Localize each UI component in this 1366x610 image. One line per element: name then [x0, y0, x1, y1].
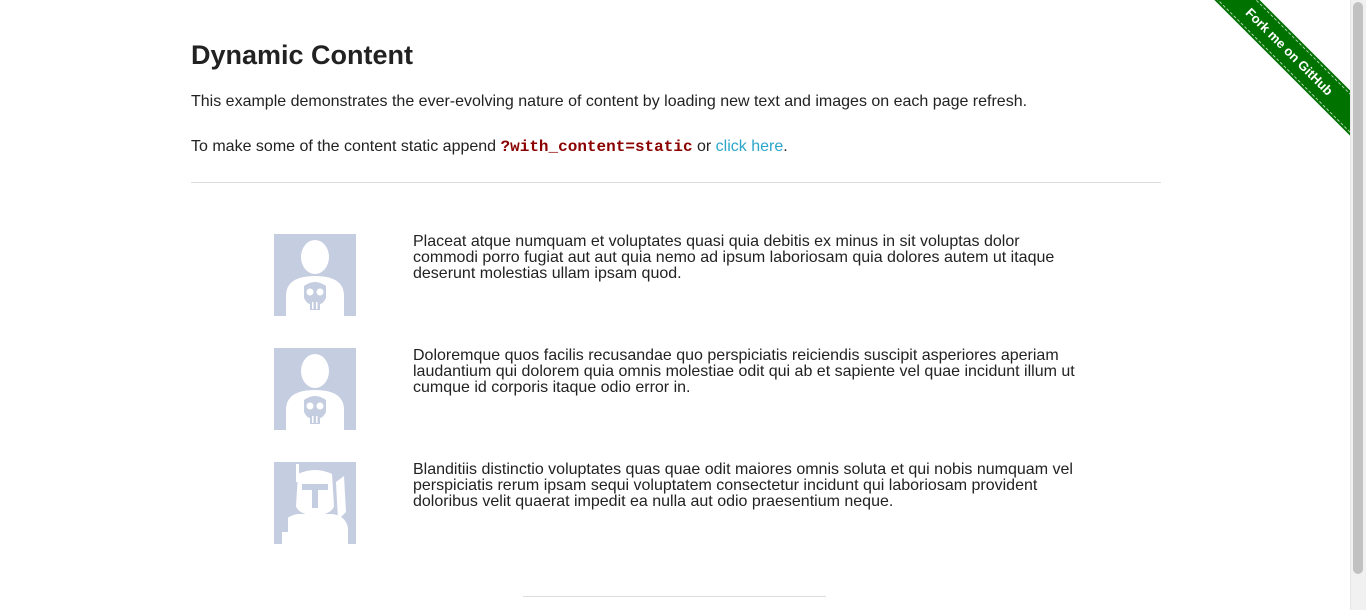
static-hint-prefix: To make some of the content static appen…	[191, 138, 501, 155]
intro-text: This example demonstrates the ever-evolv…	[191, 93, 1028, 110]
static-hint-middle: or	[692, 138, 716, 155]
fork-me-on-github-link[interactable]: Fork me on GitHub	[1202, 0, 1351, 149]
row-text: Placeat atque numquam et voluptates quas…	[413, 233, 1055, 282]
scrollbar-thumb[interactable]	[1353, 2, 1363, 574]
content-row: Placeat atque numquam et voluptates quas…	[191, 234, 1161, 316]
vertical-scrollbar[interactable]	[1350, 0, 1366, 610]
static-hint: To make some of the content static appen…	[191, 137, 788, 157]
row-text: Blanditiis distinctio voluptates quas qu…	[413, 461, 1073, 510]
punisher-avatar-icon	[274, 234, 356, 316]
github-ribbon: Fork me on GitHub	[1202, 0, 1351, 149]
footer-divider	[523, 596, 826, 597]
punisher-avatar-icon	[274, 348, 356, 430]
header-divider	[191, 182, 1161, 183]
static-param-code: ?with_content=static	[500, 138, 693, 156]
content-row: Blanditiis distinctio voluptates quas qu…	[191, 462, 1161, 544]
boba-fett-avatar-icon	[274, 462, 356, 544]
content-row: Doloremque quos facilis recusandae quo p…	[191, 348, 1161, 430]
row-text: Doloremque quos facilis recusandae quo p…	[413, 347, 1075, 396]
static-hint-suffix: .	[783, 138, 788, 155]
click-here-link[interactable]: click here	[716, 138, 784, 155]
page-title: Dynamic Content	[191, 40, 414, 70]
page: Dynamic Content This example demonstrate…	[0, 0, 1366, 610]
